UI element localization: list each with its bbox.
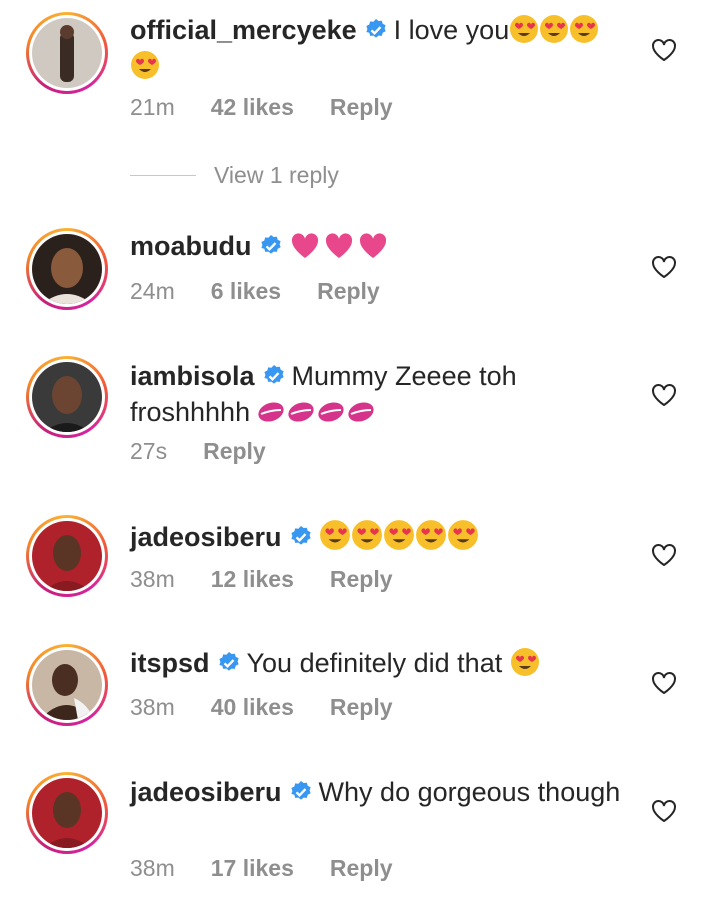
pink-heart-emoji-icon <box>359 233 386 258</box>
timestamp: 27s <box>130 438 168 464</box>
timestamp: 24m <box>130 278 175 304</box>
username[interactable]: iambisola <box>130 361 255 391</box>
heart-eyes-emoji-icon <box>319 520 350 550</box>
comment-text: moabudu <box>130 230 640 266</box>
heart-outline-icon[interactable] <box>651 799 677 823</box>
comment-body: You definitely did that <box>246 648 503 678</box>
kiss-lips-emoji-icon <box>258 402 284 422</box>
heart-outline-icon[interactable] <box>651 671 677 695</box>
heart-outline-icon[interactable] <box>651 543 677 567</box>
likes-count[interactable]: 42 likes <box>211 94 294 120</box>
comment-meta: 21m 42 likes Reply <box>130 94 429 121</box>
kiss-lips-emoji-icon <box>348 402 374 422</box>
avatar[interactable] <box>26 356 108 438</box>
heart-eyes-emoji-icon <box>510 15 539 43</box>
reply-button[interactable]: Reply <box>330 566 393 592</box>
heart-eyes-emoji-icon <box>540 15 569 43</box>
emoji-group <box>319 520 479 552</box>
reply-button[interactable]: Reply <box>330 694 393 720</box>
kiss-lips-emoji-icon <box>288 402 314 422</box>
likes-count[interactable]: 40 likes <box>211 694 294 720</box>
avatar[interactable] <box>26 515 108 597</box>
view-replies-label: View 1 reply <box>214 161 339 188</box>
pink-heart-emoji-icon <box>291 233 318 258</box>
verified-badge-icon <box>259 233 283 266</box>
likes-count[interactable]: 6 likes <box>211 278 281 304</box>
comment-meta: 38m 12 likes Reply <box>130 566 429 593</box>
verified-badge-icon <box>364 17 388 50</box>
pink-heart-emoji-icon <box>325 233 352 258</box>
avatar[interactable] <box>26 228 108 310</box>
username[interactable]: official_mercyeke <box>130 15 357 45</box>
avatar[interactable] <box>26 12 108 94</box>
reply-button[interactable]: Reply <box>317 278 380 304</box>
heart-eyes-emoji-icon <box>570 15 599 43</box>
comment-meta: 38m 40 likes Reply <box>130 694 429 721</box>
likes-count[interactable]: 12 likes <box>211 566 294 592</box>
verified-badge-icon <box>289 779 313 812</box>
comment-body: Why do gorgeous though <box>318 777 621 807</box>
username[interactable]: itspsd <box>130 648 210 678</box>
timestamp: 21m <box>130 94 175 120</box>
username[interactable]: jadeosiberu <box>130 522 282 552</box>
verified-badge-icon <box>262 363 286 396</box>
comment-text: jadeosiberu Why do gorgeous though <box>130 776 640 812</box>
comment-meta: 38m 17 likes Reply <box>130 855 429 882</box>
reply-button[interactable]: Reply <box>203 438 266 464</box>
emoji-group <box>289 231 389 261</box>
verified-badge-icon <box>217 650 241 683</box>
heart-eyes-emoji-icon <box>351 520 382 550</box>
emoji-group <box>256 397 376 427</box>
view-replies-button[interactable]: View 1 reply <box>130 160 339 190</box>
heart-eyes-emoji-icon <box>383 520 414 550</box>
username[interactable]: jadeosiberu <box>130 777 282 807</box>
heart-eyes-emoji-icon <box>447 520 478 550</box>
timestamp: 38m <box>130 855 175 881</box>
verified-badge-icon <box>289 524 313 557</box>
comment-text: itspsd You definitely did that <box>130 647 640 683</box>
heart-eyes-emoji-icon <box>510 648 539 676</box>
likes-count[interactable]: 17 likes <box>211 855 294 881</box>
comment-meta: 24m 6 likes Reply <box>130 278 416 305</box>
divider-line <box>130 174 196 176</box>
comment-meta: 27s Reply <box>130 438 302 465</box>
timestamp: 38m <box>130 566 175 592</box>
comment-body: I love you <box>393 15 510 45</box>
heart-outline-icon[interactable] <box>651 255 677 279</box>
kiss-lips-emoji-icon <box>318 402 344 422</box>
heart-eyes-emoji-icon <box>415 520 446 550</box>
comment-text: jadeosiberu <box>130 519 640 557</box>
comment-text: official_mercyeke I love you <box>130 14 640 83</box>
avatar[interactable] <box>26 644 108 726</box>
timestamp: 38m <box>130 694 175 720</box>
reply-button[interactable]: Reply <box>330 855 393 881</box>
reply-button[interactable]: Reply <box>330 94 393 120</box>
heart-outline-icon[interactable] <box>651 38 677 62</box>
heart-outline-icon[interactable] <box>651 383 677 407</box>
heart-eyes-emoji-icon <box>131 51 159 79</box>
avatar[interactable] <box>26 772 108 854</box>
username[interactable]: moabudu <box>130 231 252 261</box>
comment-text: iambisola Mummy Zeeee toh froshhhhh <box>130 360 640 429</box>
